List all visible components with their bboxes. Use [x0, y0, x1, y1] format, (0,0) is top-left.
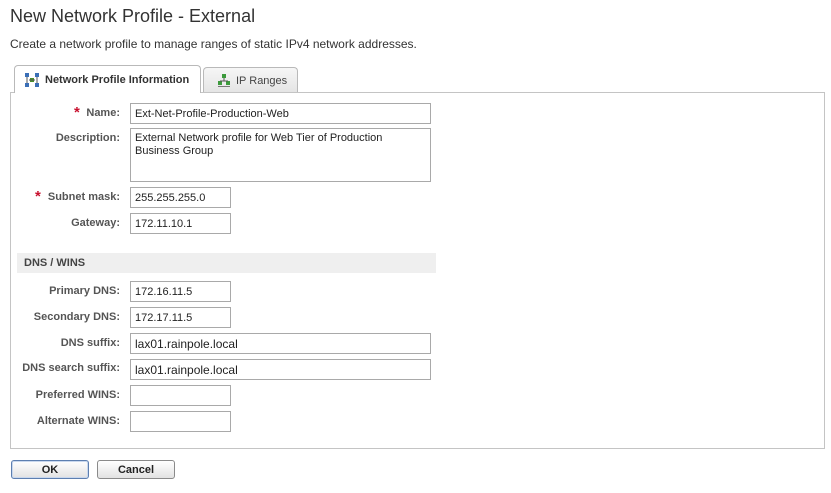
page-subtitle: Create a network profile to manage range…	[10, 37, 417, 51]
page-title: New Network Profile - External	[10, 6, 256, 26]
alternate-wins-field[interactable]	[130, 411, 231, 432]
tab-label: Network Profile Information	[45, 73, 190, 86]
subnet-mask-field[interactable]	[130, 187, 231, 208]
preferred-wins-label: Preferred WINS:	[35, 389, 120, 401]
network-icon	[25, 72, 39, 87]
cancel-button[interactable]: Cancel	[97, 460, 175, 479]
description-field[interactable]: External Network profile for Web Tier of…	[130, 128, 431, 182]
dns-search-suffix-label: DNS search suffix:	[22, 362, 120, 374]
dns-suffix-field[interactable]	[130, 333, 431, 354]
subnet-mask-label: Subnet mask:	[47, 191, 120, 203]
tab-network-profile-information[interactable]: Network Profile Information	[14, 65, 201, 93]
ok-button[interactable]: OK	[11, 460, 89, 479]
name-label: Name:	[86, 107, 120, 119]
secondary-dns-field[interactable]	[130, 307, 231, 328]
name-field[interactable]	[130, 103, 431, 124]
gateway-label: Gateway:	[71, 217, 120, 229]
description-label: Description:	[55, 132, 120, 144]
preferred-wins-field[interactable]	[130, 385, 231, 406]
tab-ip-ranges[interactable]: IP Ranges	[203, 67, 298, 93]
dns-wins-section-header: DNS / WINS	[17, 253, 436, 273]
primary-dns-field[interactable]	[130, 281, 231, 302]
ip-ranges-icon	[218, 74, 230, 87]
dns-suffix-label: DNS suffix:	[60, 337, 120, 349]
alternate-wins-label: Alternate WINS:	[36, 415, 120, 427]
required-marker: *	[74, 104, 80, 121]
primary-dns-label: Primary DNS:	[49, 285, 120, 297]
tab-label: IP Ranges	[236, 74, 288, 87]
secondary-dns-label: Secondary DNS:	[33, 311, 120, 323]
gateway-field[interactable]	[130, 213, 231, 234]
dns-search-suffix-field[interactable]	[130, 359, 431, 380]
